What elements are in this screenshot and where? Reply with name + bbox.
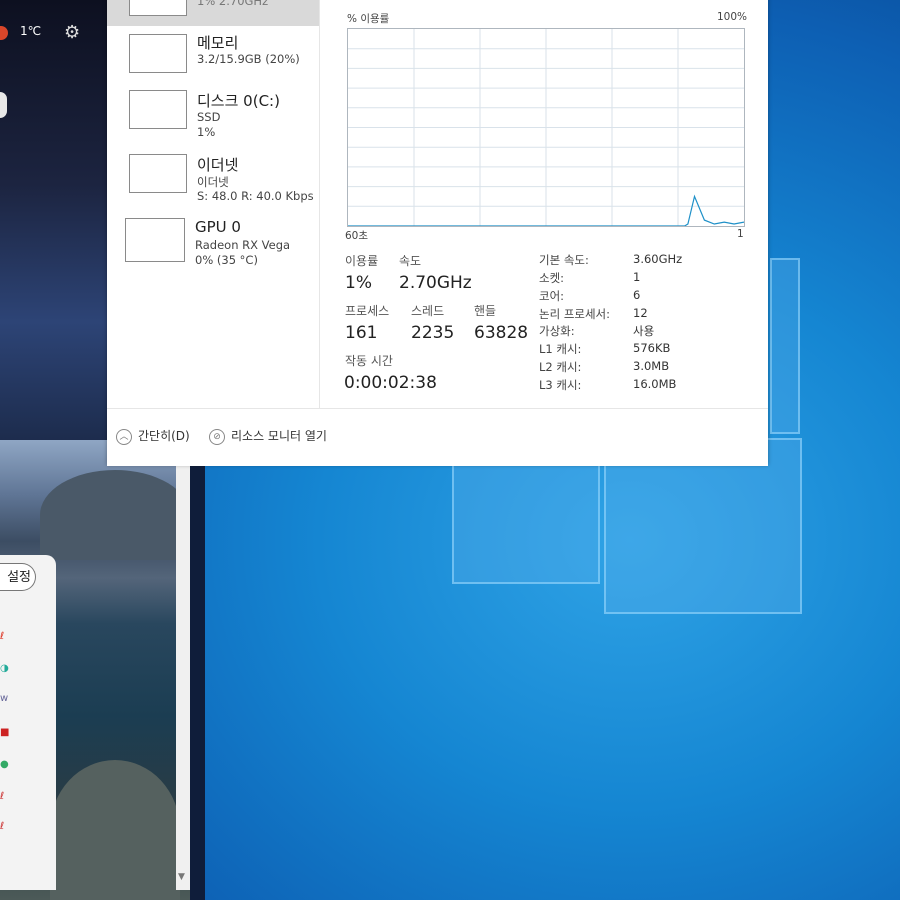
info-label: 논리 프로세서: (539, 307, 611, 321)
sidebar-item-memory[interactable]: 메모리 3.2/15.9GB (20%) (107, 28, 319, 88)
cpu-sub: 1% 2.70GHz (197, 0, 269, 8)
info-value: 3.60GHz (633, 252, 683, 266)
ethernet-title: 이더넷 (197, 156, 239, 174)
speed-label: 속도 (399, 254, 422, 268)
gpu-model: Radeon RX Vega (195, 238, 291, 252)
collapse-label: 간단히(D) (138, 429, 190, 443)
info-value: 사용 (633, 324, 655, 338)
graph-x-left: 60초 (345, 230, 369, 242)
task-manager-window: 1% 2.70GHz 메모리 3.2/15.9GB (20%) 디스크 0(C:… (107, 0, 768, 466)
uptime-value: 0:00:02:38 (344, 373, 437, 393)
news-scrollbar[interactable] (176, 440, 190, 890)
chevron-up-icon: ︿ (116, 428, 132, 445)
info-value: 6 (633, 288, 641, 302)
weather-temp[interactable]: 1℃ (20, 24, 41, 38)
gpu-title: GPU 0 (195, 218, 241, 236)
news-icon-5[interactable]: ● (0, 759, 10, 771)
windows-logo-pane-tr (770, 258, 800, 434)
memory-thumbnail (129, 34, 187, 73)
process-label: 프로세스 (345, 304, 390, 318)
chevron-down-icon[interactable]: ▼ (178, 872, 185, 882)
windows-logo-pane-bl (452, 462, 600, 584)
info-value: 576KB (633, 341, 671, 355)
info-label: L3 캐시: (539, 378, 582, 392)
info-value: 16.0MB (633, 377, 677, 391)
performance-sidebar: 1% 2.70GHz 메모리 3.2/15.9GB (20%) 디스크 0(C:… (107, 0, 320, 465)
sidebar-item-gpu[interactable]: GPU 0 Radeon RX Vega 0% (35 °C) (107, 216, 319, 276)
cpu-thumbnail (129, 0, 187, 16)
memory-title: 메모리 (197, 34, 239, 52)
news-icon-7[interactable]: ℓ (0, 821, 10, 833)
info-label: L2 캐시: (539, 360, 582, 374)
collapse-button[interactable]: ︿ 간단히(D) (116, 427, 190, 445)
memory-usage: 3.2/15.9GB (20%) (197, 52, 300, 66)
info-label: 기본 속도: (539, 253, 589, 267)
speed-value: 2.70GHz (399, 273, 472, 293)
disk-usage: 1% (197, 125, 216, 139)
profile-icon[interactable] (0, 92, 7, 118)
disk-title: 디스크 0(C:) (197, 92, 280, 110)
process-value: 161 (345, 323, 378, 343)
info-value: 1 (633, 270, 641, 284)
resource-monitor-icon: ⊘ (209, 428, 225, 445)
info-label: 코어: (539, 289, 565, 303)
usage-value: 1% (345, 273, 372, 293)
sidebar-item-disk[interactable]: 디스크 0(C:) SSD 1% (107, 88, 319, 148)
info-value: 3.0MB (633, 359, 670, 373)
graph-x-right: 1 (737, 228, 744, 240)
gpu-usage: 0% (35 °C) (195, 253, 258, 267)
ethernet-throughput: S: 48.0 R: 40.0 Kbps (197, 189, 314, 203)
info-value: 12 (633, 306, 648, 320)
ethernet-name: 이더넷 (197, 175, 229, 189)
sidebar-item-cpu[interactable]: 1% 2.70GHz (107, 0, 319, 26)
usage-label: 이용률 (345, 254, 379, 268)
gear-icon[interactable]: ⚙ (64, 22, 80, 43)
news-icon-1[interactable]: ℓ (0, 631, 10, 643)
dark-wallpaper-area (0, 0, 108, 460)
disk-thumbnail (129, 90, 187, 129)
news-icon-3[interactable]: w (0, 693, 10, 705)
uptime-label: 작동 시간 (345, 354, 393, 368)
news-settings-button[interactable]: 설정 (0, 563, 36, 591)
graph-y-label: % 이용률 (347, 13, 390, 25)
info-label: 소켓: (539, 271, 565, 285)
graph-canvas (348, 29, 744, 226)
info-label: L1 캐시: (539, 342, 582, 356)
gpu-thumbnail (125, 218, 185, 262)
resource-monitor-link[interactable]: ⊘ 리소스 모니터 열기 (209, 427, 327, 445)
thread-value: 2235 (411, 323, 455, 343)
disk-type: SSD (197, 110, 221, 124)
thread-label: 스레드 (411, 304, 445, 318)
cpu-usage-graph (347, 28, 745, 227)
ethernet-thumbnail (129, 154, 187, 193)
news-icon-2[interactable]: ◑ (0, 663, 10, 675)
news-card: ℓ ◑ w ■ ● ℓ ℓ (0, 555, 56, 890)
graph-y-max: 100% (717, 11, 748, 23)
handle-value: 63828 (474, 323, 529, 343)
task-manager-footer: ︿ 간단히(D) ⊘ 리소스 모니터 열기 (107, 408, 768, 466)
news-icon-4[interactable]: ■ (0, 727, 10, 739)
sidebar-item-ethernet[interactable]: 이더넷 이더넷 S: 48.0 R: 40.0 Kbps (107, 152, 319, 212)
resource-monitor-label: 리소스 모니터 열기 (231, 429, 327, 443)
news-icon-6[interactable]: ℓ (0, 791, 10, 803)
handle-label: 핸들 (474, 304, 497, 318)
info-label: 가상화: (539, 324, 575, 338)
